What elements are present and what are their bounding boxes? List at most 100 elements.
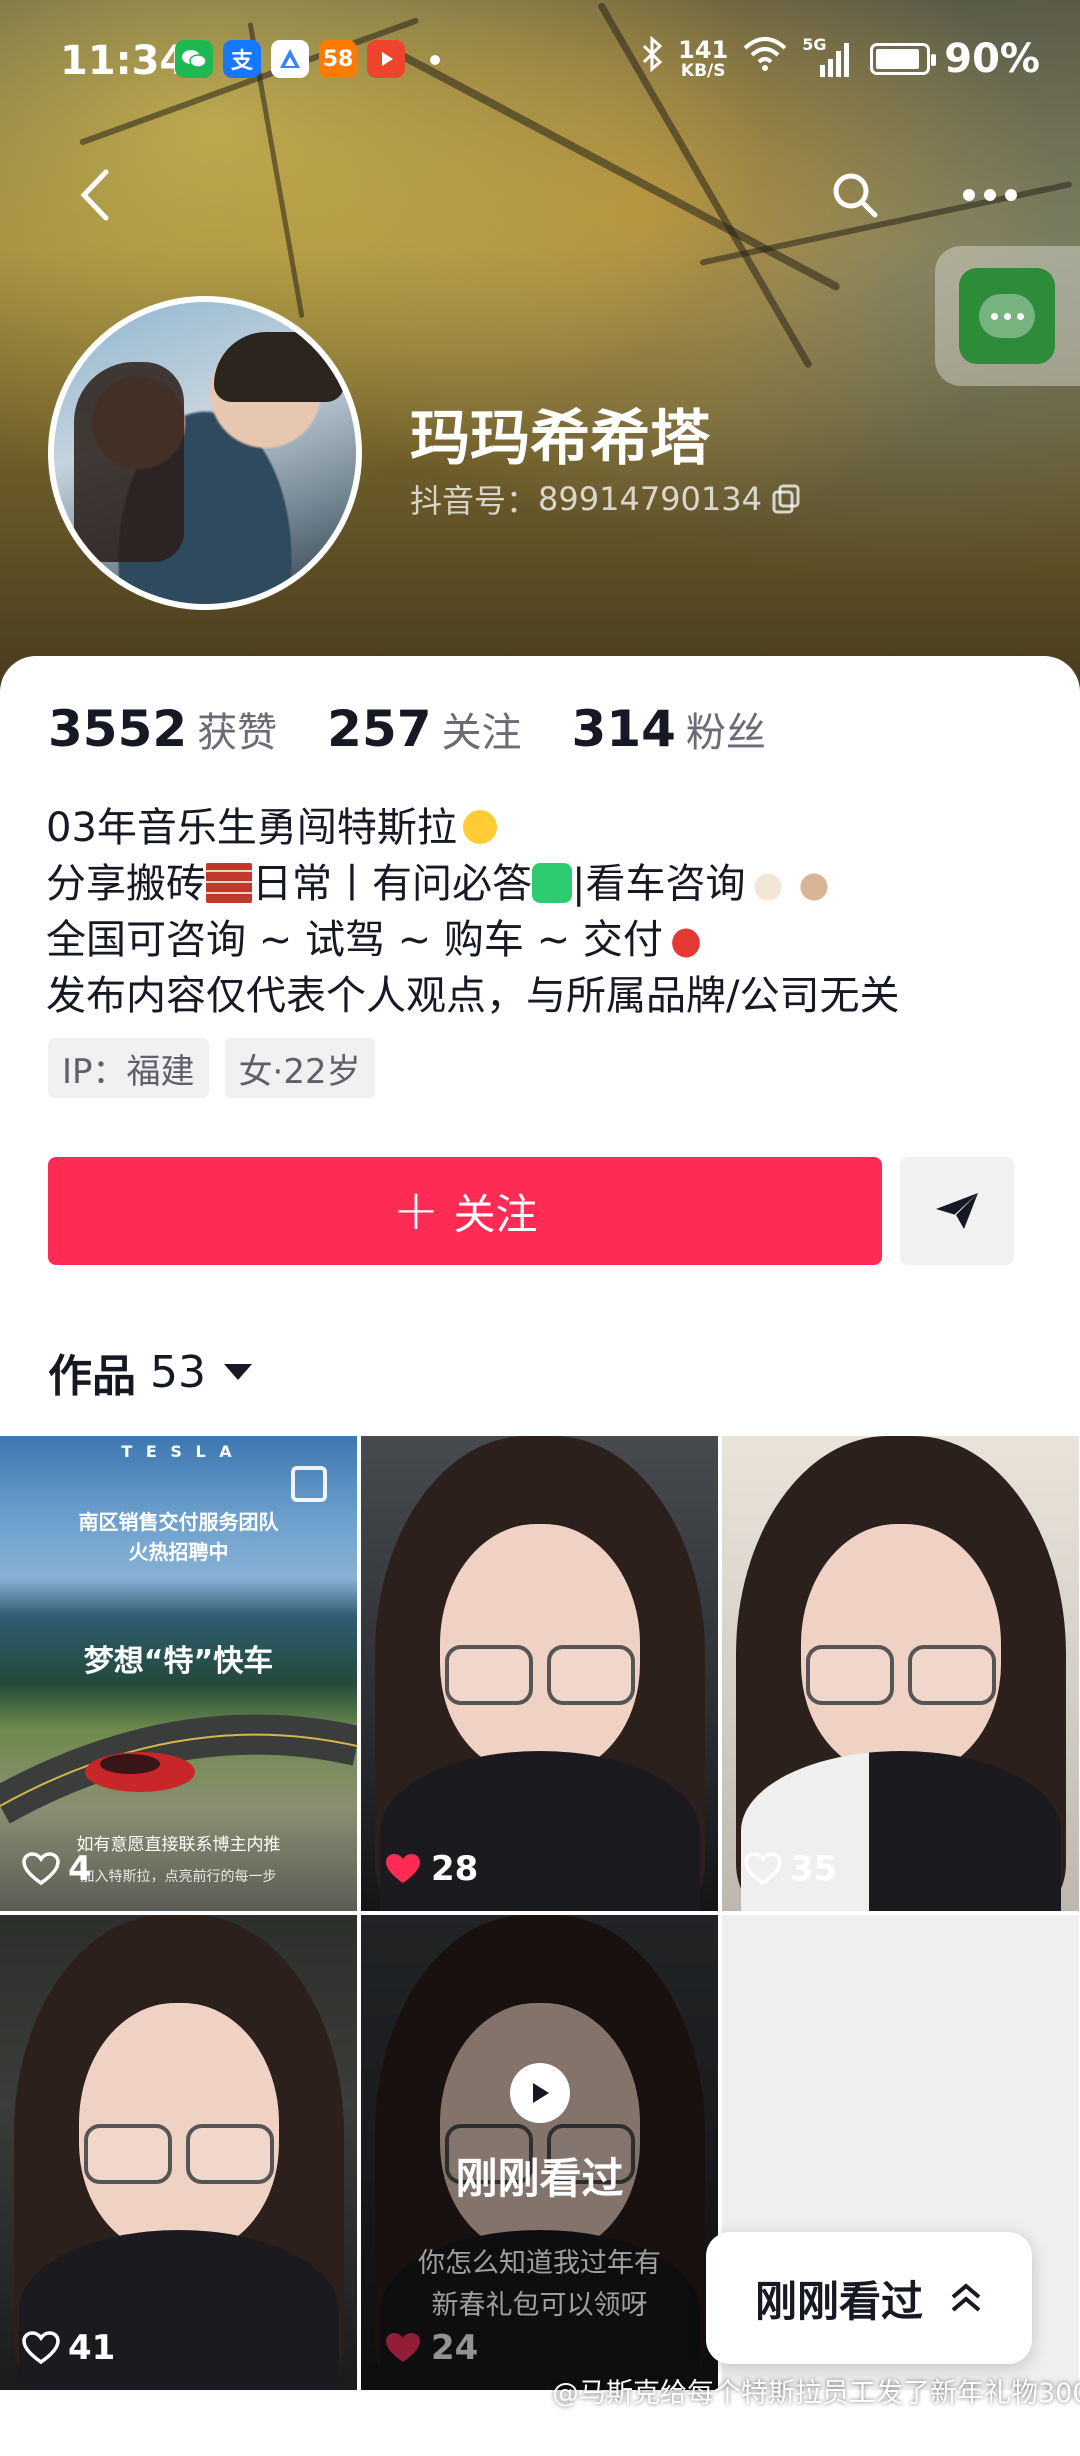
- tab-works-label: 作品: [48, 1351, 136, 1402]
- recently-viewed-label: 刚刚看过: [455, 2154, 624, 2203]
- app-a-icon: [271, 40, 309, 78]
- check-mark-emoji-icon: [532, 863, 572, 903]
- ticker-text: @马斯克给每个特斯拉员工发了新年礼物300...: [552, 2377, 1080, 2409]
- stat-likes-value: 3552: [48, 700, 188, 758]
- stat-likes[interactable]: 3552 获赞: [48, 700, 277, 758]
- bricks-emoji-icon: [206, 863, 252, 903]
- battery-percent: 90%: [944, 36, 1040, 82]
- video-thumbnail[interactable]: 28: [361, 1436, 718, 1911]
- cellular-signal-icon: 5G: [802, 35, 856, 79]
- copy-icon[interactable]: [772, 484, 800, 514]
- video-text-line: 火热招聘中: [128, 1540, 229, 1564]
- video-thumbnail[interactable]: T E S L A 南区销售交付服务团队 火热招聘中 梦想“特”快车 如有意愿直…: [0, 1436, 357, 1911]
- bio-line: 全国可咨询 ~ 试驾 ~ 购车 ~ 交付: [46, 917, 663, 963]
- stat-followers[interactable]: 314 粉丝: [572, 700, 766, 758]
- play-icon: [510, 2063, 570, 2123]
- stat-following-value: 257: [327, 700, 432, 758]
- avatar[interactable]: [48, 296, 362, 610]
- stat-followers-value: 314: [571, 700, 676, 758]
- bluetooth-icon: [640, 35, 664, 82]
- video-headline: 梦想“特”快车: [83, 1644, 274, 1679]
- heart-outline-icon: [22, 1852, 60, 1886]
- bio-line: |看车咨询: [572, 861, 746, 907]
- video-text-line: 南区销售交付服务团队: [78, 1510, 279, 1534]
- video-caption: 你怎么知道我过年有: [418, 2248, 661, 2279]
- chat-bubble-icon: [979, 294, 1035, 338]
- like-count-value: 28: [431, 1849, 479, 1889]
- recently-viewed-button[interactable]: 刚刚看过: [706, 2232, 1032, 2364]
- tab-works-count: 53: [150, 1346, 206, 1398]
- pointing-up-emoji-icon: [745, 863, 792, 903]
- status-bar: 11:34 支 58 141 KB/S 5G 90%: [0, 0, 1080, 120]
- stat-following-label: 关注: [441, 710, 522, 756]
- profile-stats: 3552 获赞 257 关注 314 粉丝: [48, 700, 766, 758]
- net-speed-value: 141: [678, 36, 729, 64]
- more-dots-icon: [963, 189, 1017, 201]
- douyin-id-row[interactable]: 抖音号： 89914790134: [410, 476, 800, 522]
- recently-viewed-button-label: 刚刚看过: [754, 2276, 923, 2326]
- video-thumbnail[interactable]: 刚刚看过 你怎么知道我过年有 新春礼包可以领呀 24: [361, 1915, 718, 2390]
- more-options-button[interactable]: [950, 160, 1030, 230]
- pinned-overlay-icon: [291, 1466, 327, 1502]
- like-count: 24: [383, 2328, 478, 2368]
- status-time: 11:34: [60, 38, 188, 84]
- like-count: 35: [744, 1849, 837, 1889]
- bio-line: 03年音乐生勇闯特斯拉: [46, 805, 457, 851]
- double-chevron-up-icon: [951, 2283, 981, 2312]
- like-count-value: 4: [68, 1849, 92, 1889]
- notification-icons: 支 58: [175, 40, 405, 78]
- search-button[interactable]: [820, 160, 890, 230]
- bio-line: 发布内容仅代表个人观点，与所属品牌/公司无关: [46, 973, 900, 1019]
- profile-cover: 11:34 支 58 141 KB/S 5G 90% 玛玛希希塔 抖音号： 89…: [0, 0, 1080, 700]
- douyin-id: 89914790134: [538, 480, 762, 518]
- follow-label: 关注: [453, 1189, 538, 1239]
- alipay-icon: 支: [223, 40, 261, 78]
- ip-location-tag: IP：福建: [48, 1038, 209, 1098]
- douyin-id-label: 抖音号：: [410, 482, 539, 520]
- tesla-brand-text: T E S L A: [121, 1442, 236, 1461]
- bio-line: 日常丨有问必答: [252, 861, 532, 907]
- like-count: 4: [22, 1849, 92, 1889]
- battery-icon: [870, 43, 937, 75]
- wechat-icon: [175, 40, 213, 78]
- display-name: 玛玛希希塔: [410, 404, 710, 474]
- 58-app-icon: 58: [319, 40, 357, 78]
- search-icon: [833, 173, 878, 218]
- like-count-value: 35: [790, 1849, 838, 1889]
- video-thumbnail[interactable]: 35: [722, 1436, 1079, 1911]
- net-speed-unit: KB/S: [680, 61, 726, 81]
- gender-age-tag: 女·22岁: [224, 1038, 375, 1098]
- red-car-image: [0, 1714, 357, 1824]
- paper-plane-icon: [936, 1193, 978, 1229]
- bio-line: 分享搬砖: [46, 861, 206, 907]
- stat-likes-label: 获赞: [197, 710, 278, 756]
- more-notifications-dot: [430, 55, 440, 65]
- heart-filled-icon: [386, 2333, 420, 2362]
- profile-bio: 03年音乐生勇闯特斯拉 分享搬砖 日常丨有问必答 |看车咨询 全国可咨询 ~ 试驾 …: [46, 800, 899, 1024]
- video-thumbnail[interactable]: 41: [0, 1915, 357, 2390]
- floating-chat-button[interactable]: [935, 246, 1080, 386]
- heart-outline-icon: [744, 1852, 782, 1886]
- heart-outline-icon: [22, 2331, 60, 2365]
- back-button[interactable]: [60, 160, 130, 230]
- plus-icon: +: [392, 1178, 440, 1243]
- pointing-up-emoji-icon: [791, 863, 838, 903]
- follow-button[interactable]: + 关注: [48, 1157, 882, 1265]
- like-count: 28: [383, 1849, 478, 1889]
- video-app-icon: [367, 40, 405, 78]
- heart-filled-icon: [386, 1854, 420, 1883]
- profile-tags: IP：福建 女·22岁: [48, 1038, 375, 1098]
- smiling-hearts-emoji-icon: [456, 807, 503, 847]
- playing-ticker[interactable]: @马斯克给每个特斯拉员工发了新年礼物300...: [546, 2368, 1080, 2412]
- like-count-value: 24: [431, 2328, 479, 2368]
- send-message-button[interactable]: [900, 1157, 1014, 1265]
- stat-following[interactable]: 257 关注: [327, 700, 521, 758]
- tab-works[interactable]: 作品 53: [48, 1340, 252, 1404]
- stat-followers-label: 粉丝: [685, 710, 766, 756]
- wifi-icon: [742, 36, 788, 82]
- car-emoji-icon: [662, 919, 709, 959]
- video-caption: 新春礼包可以领呀: [431, 2290, 648, 2321]
- caret-down-icon: [224, 1364, 252, 1380]
- like-count-value: 41: [68, 2328, 116, 2368]
- like-count: 41: [22, 2328, 115, 2368]
